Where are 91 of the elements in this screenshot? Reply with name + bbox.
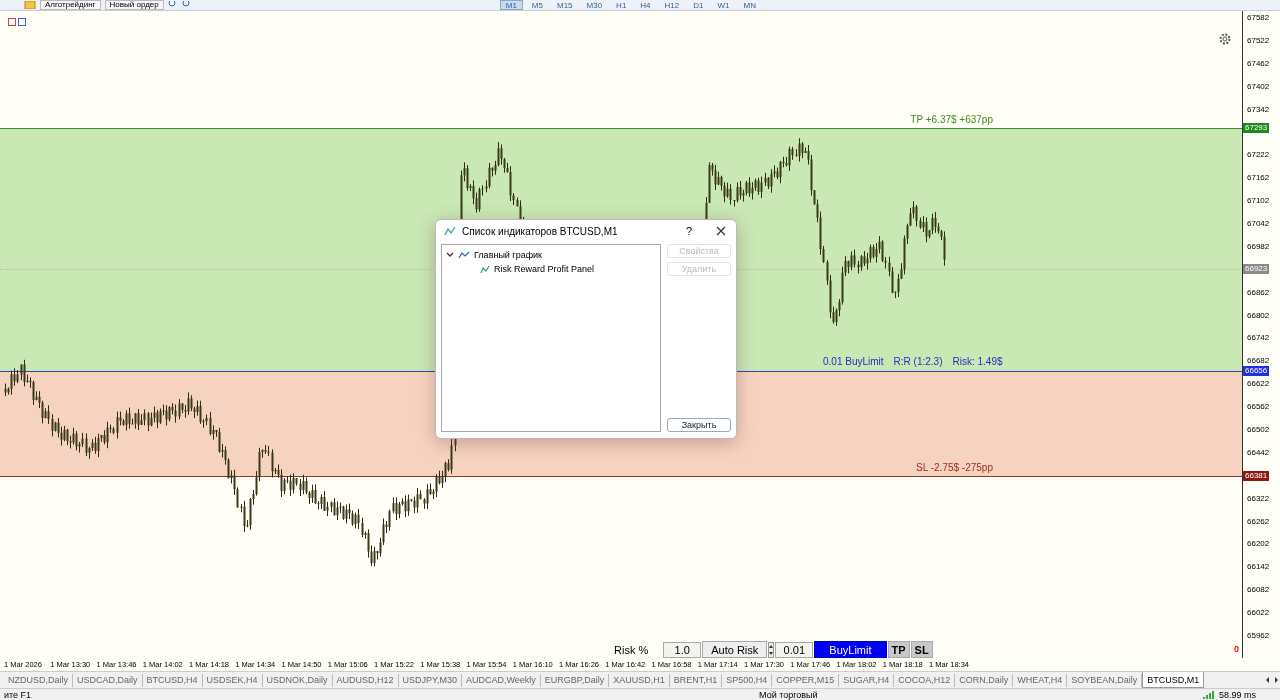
price-tick: 67582 <box>1247 13 1270 23</box>
buy-limit-button[interactable]: BuyLimit <box>814 641 887 658</box>
stop-loss-label: SL -2.75$ -275pp <box>916 462 993 474</box>
timeframe-button[interactable]: H4 <box>635 0 656 10</box>
chart-icon <box>8 18 28 26</box>
symbol-tab[interactable]: BRENT,H1 <box>669 673 723 687</box>
stop-loss-button[interactable]: SL <box>910 641 933 658</box>
price-tick: 66802 <box>1247 310 1270 321</box>
ping-text: 58.99 ms <box>1217 689 1257 700</box>
price-tick: 67522 <box>1247 35 1270 46</box>
symbol-tab[interactable]: USDJPY,M30 <box>398 673 462 687</box>
price-tick: 66562 <box>1247 402 1270 413</box>
symbol-tab[interactable]: NZDUSD,Daily <box>4 673 73 687</box>
symbol-tab[interactable]: USDCAD,Daily <box>73 673 143 687</box>
count-label: 0 <box>1234 644 1239 654</box>
take-profit-button[interactable]: TP <box>887 641 910 658</box>
indicator-icon <box>480 264 490 274</box>
scroll-right-icon[interactable] <box>1272 676 1280 684</box>
symbol-tab[interactable]: AUDUSD,H12 <box>332 673 399 687</box>
symbol-tab[interactable]: WHEAT,H4 <box>1013 673 1068 687</box>
price-tag: 66656 <box>1243 366 1270 377</box>
price-tick: 66982 <box>1247 241 1270 252</box>
symbol-tab[interactable]: BTCUSD,M1 <box>1142 672 1205 688</box>
risk-label: Risk % <box>614 643 649 656</box>
price-tag: 66923 <box>1243 264 1270 275</box>
price-tick: 66202 <box>1247 539 1270 550</box>
symbol-tab[interactable]: USDNOK,Daily <box>262 673 333 687</box>
tree-item[interactable]: Главный график <box>474 250 543 260</box>
timeframe-button[interactable]: H1 <box>611 0 632 10</box>
price-tick: 66262 <box>1247 516 1270 527</box>
signal-icon <box>1202 690 1215 699</box>
symbol-tab[interactable]: SUGAR,H4 <box>839 673 895 687</box>
price-tag: 67293 <box>1243 123 1270 134</box>
order-label: R:R (1:2.3) <box>893 356 943 368</box>
dialog-title: Список индикаторов BTCUSD,M1 <box>462 225 619 237</box>
price-tick: 67342 <box>1247 104 1270 115</box>
price-tick: 66082 <box>1247 585 1270 596</box>
order-label: Risk: 1.49$ <box>952 356 1003 368</box>
price-tick: 67462 <box>1247 58 1270 69</box>
order-label: 0.01 BuyLimit <box>823 356 884 368</box>
price-tick: 66862 <box>1247 287 1270 298</box>
close-icon[interactable] <box>716 226 726 236</box>
price-tick: 67162 <box>1247 173 1270 184</box>
chart-line-icon <box>458 250 470 260</box>
symbol-tab[interactable]: CORN,Daily <box>955 673 1014 687</box>
symbol-tab[interactable]: AUDCAD,Weekly <box>461 673 541 687</box>
lot-input[interactable]: 0.01 <box>775 641 814 658</box>
toolbar-button[interactable]: Новый ордер <box>104 0 164 10</box>
help-button[interactable]: ? <box>685 225 692 237</box>
timeframe-button[interactable]: M15 <box>552 0 578 10</box>
auto-risk-button[interactable]: Auto Risk <box>702 641 768 658</box>
symbol-tab[interactable]: COPPER,M15 <box>772 673 840 687</box>
timeframe-button[interactable]: D1 <box>688 0 709 10</box>
timeframe-button[interactable]: W1 <box>712 0 735 10</box>
symbol-tab[interactable]: SP500,H4 <box>722 673 773 687</box>
scroll-left-icon[interactable] <box>1264 676 1272 684</box>
price-tick: 66142 <box>1247 562 1270 573</box>
price-tick: 66322 <box>1247 493 1270 504</box>
dialog-button[interactable]: Закрыть <box>667 418 731 432</box>
price-tick: 67102 <box>1247 196 1270 207</box>
price-tick: 66442 <box>1247 447 1270 458</box>
price-tick: 66622 <box>1247 379 1270 390</box>
price-tick: 66742 <box>1247 333 1270 344</box>
timeframe-button[interactable]: M5 <box>526 0 548 10</box>
price-tick: 67402 <box>1247 81 1270 92</box>
price-tick: 66502 <box>1247 425 1270 435</box>
timeframe-button[interactable]: H12 <box>659 0 685 10</box>
risk-input[interactable]: 1.0 <box>663 641 702 658</box>
timeframe-button[interactable]: M1 <box>499 0 523 10</box>
price-tick: 65962 <box>1247 631 1270 641</box>
spinner-icon[interactable] <box>768 641 775 658</box>
status-text: ите F1 <box>3 689 33 700</box>
symbol-tab[interactable]: USDSEK,H4 <box>202 673 263 687</box>
price-tick: 66022 <box>1247 608 1270 619</box>
price-tick: 67042 <box>1247 219 1270 229</box>
tree-item[interactable]: Risk Reward Profit Panel <box>494 264 595 274</box>
symbol-tab[interactable]: COCOA,H12 <box>894 673 956 687</box>
symbol-tab[interactable]: BTCUSD,H4 <box>142 673 203 687</box>
symbol-tab[interactable]: EURGBP,Daily <box>540 673 610 687</box>
price-tag: 66381 <box>1243 471 1270 482</box>
settings-icon[interactable] <box>1218 32 1232 46</box>
price-tick: 67222 <box>1247 150 1270 161</box>
toolbar-button[interactable]: Алготрейдинг <box>40 0 101 10</box>
timeframe-button[interactable]: MN <box>738 0 761 10</box>
status-text: Мой торговый <box>758 689 819 700</box>
timeframe-button[interactable]: M30 <box>581 0 608 10</box>
symbol-tab[interactable]: XAUUSD,H1 <box>609 673 670 687</box>
chevron-icon[interactable] <box>446 252 454 258</box>
take-profit-label: TP +6.37$ +637pp <box>910 114 993 126</box>
indicator-icon <box>444 226 456 236</box>
price-tick: 66682 <box>1247 356 1270 367</box>
